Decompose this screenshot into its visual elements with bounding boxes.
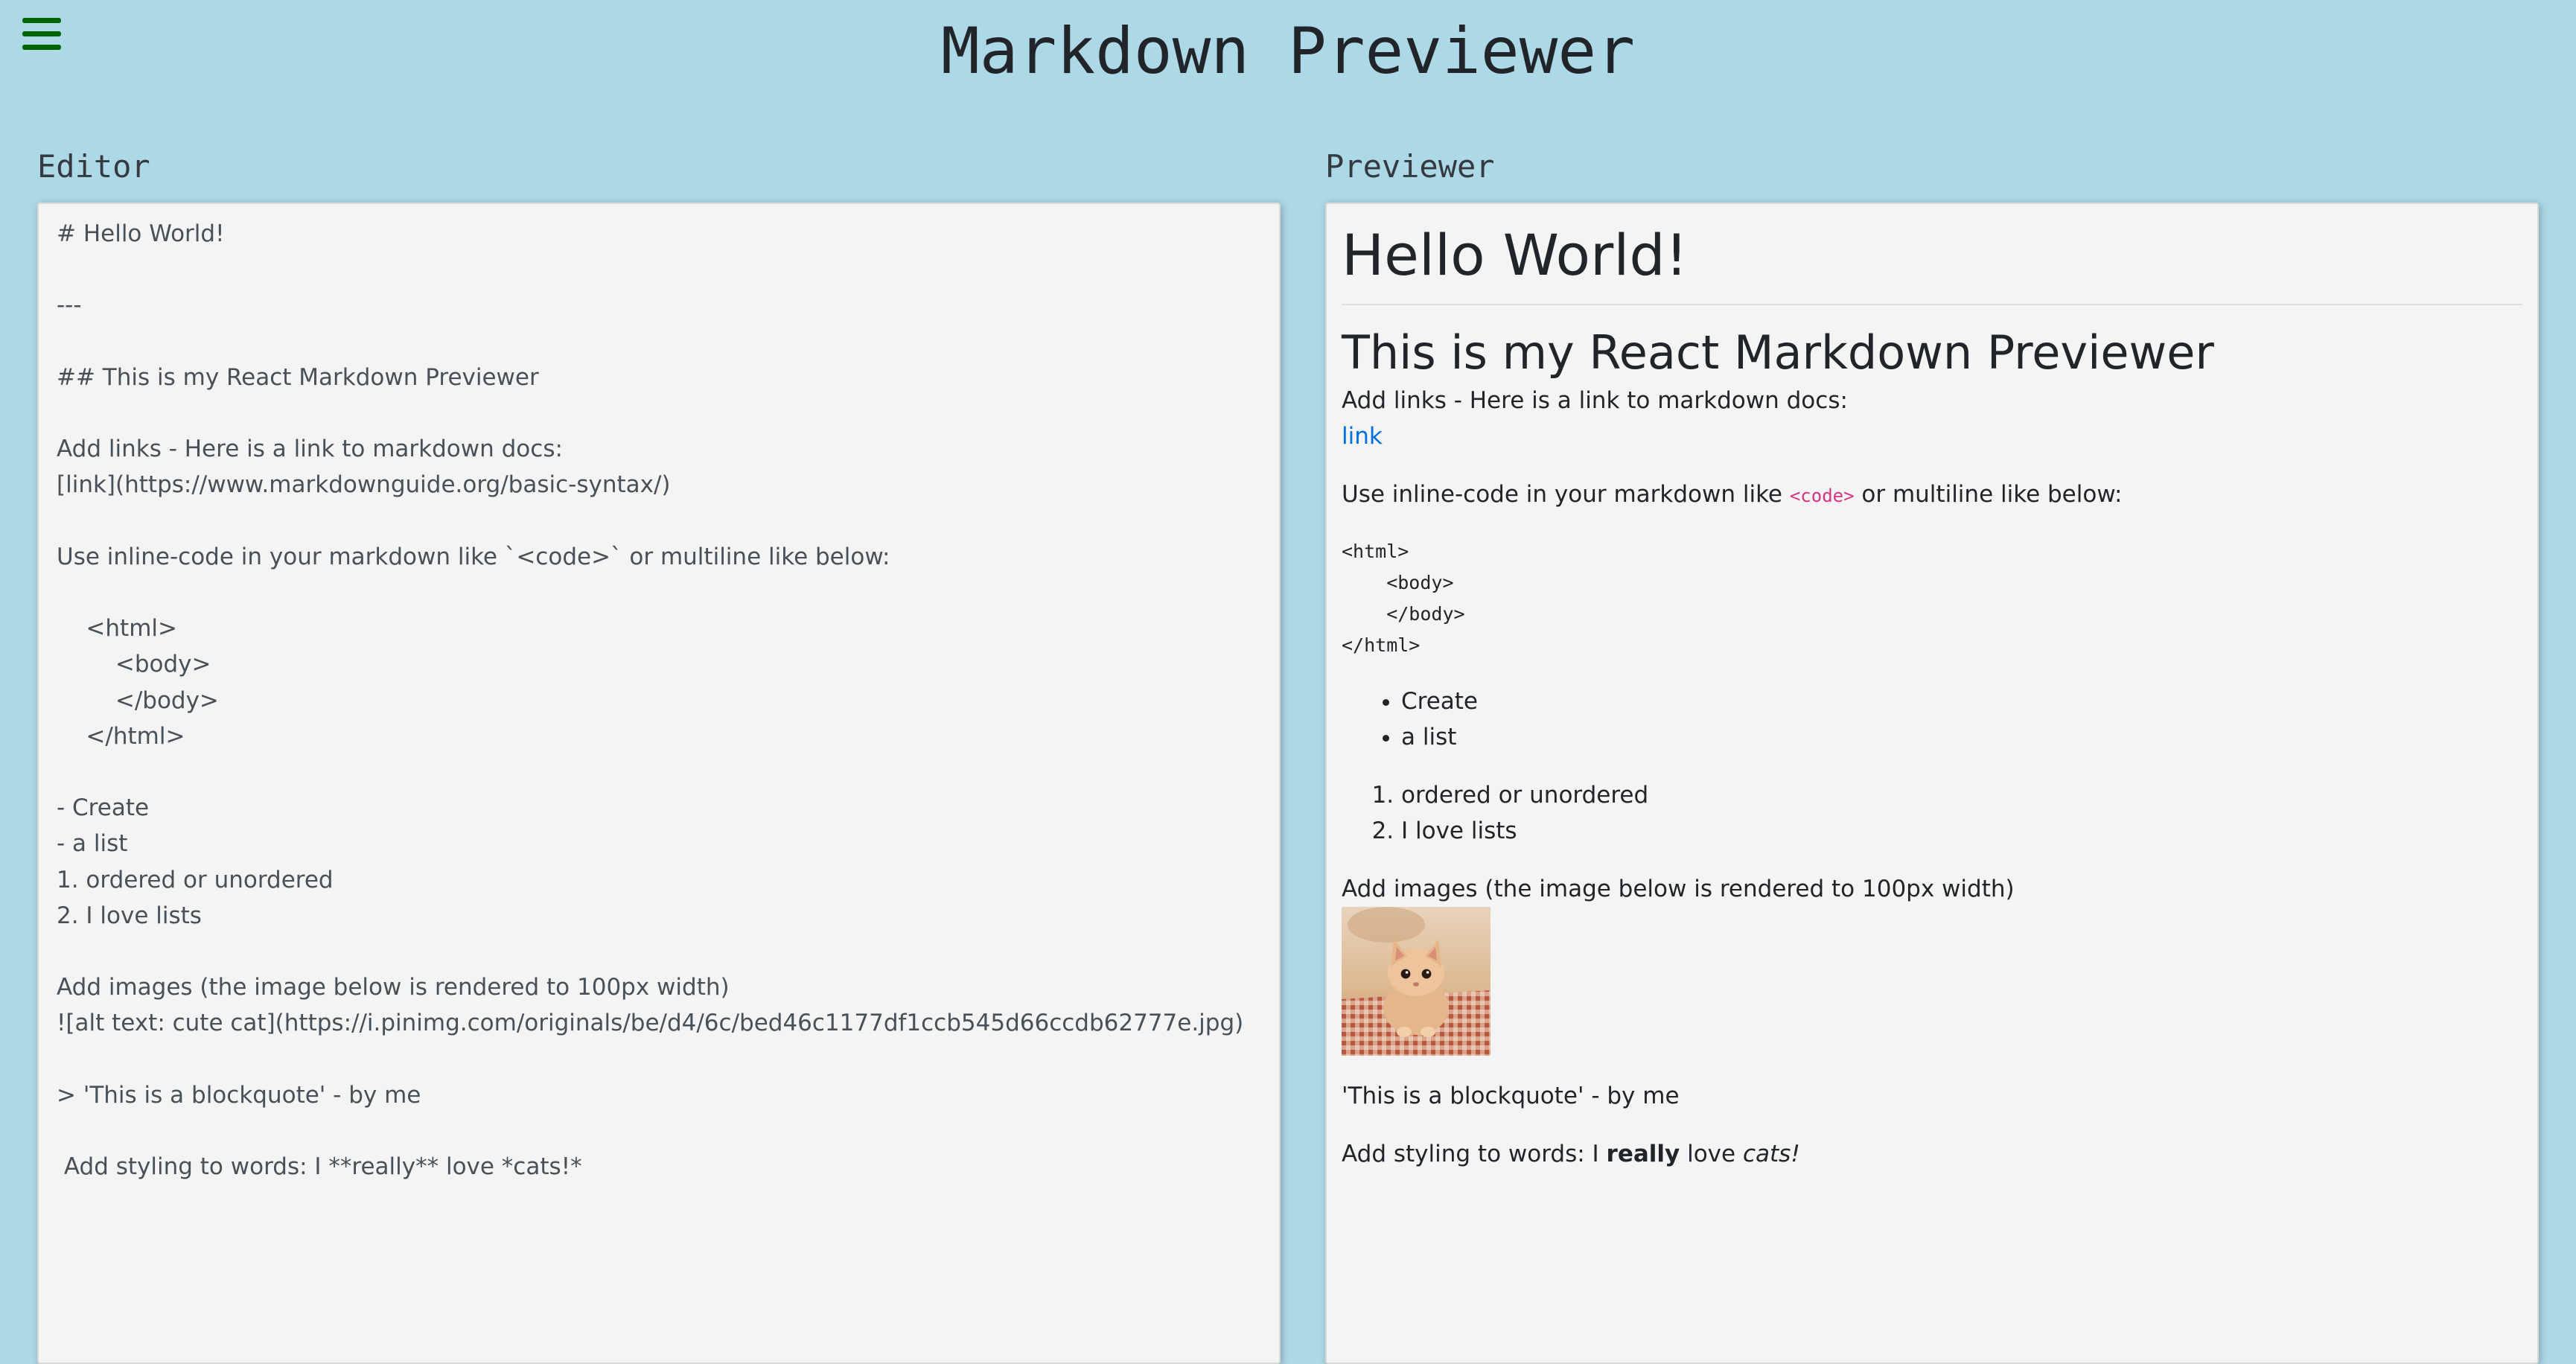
previewer-label: Previewer (1325, 148, 1495, 185)
list-item: ordered or unordered (1401, 777, 2522, 813)
editor-panel (37, 203, 1281, 1364)
markdown-editor-textarea[interactable] (39, 204, 1279, 1363)
list-item: Create (1401, 683, 2522, 719)
bold-text: really (1606, 1141, 1680, 1167)
links-paragraph: Add links - Here is a link to markdown d… (1342, 383, 2522, 454)
list-item: a list (1401, 719, 2522, 755)
blockquote: 'This is a blockquote' - by me (1342, 1083, 1680, 1109)
images-text: Add images (the image below is rendered … (1342, 876, 2015, 902)
editor-label: Editor (37, 148, 150, 185)
page-title: Markdown Previewer (941, 14, 1635, 89)
list-item: I love lists (1401, 813, 2522, 849)
styling-prefix: Add styling to words: I (1342, 1141, 1607, 1167)
cat-image (1342, 907, 1491, 1056)
links-text: Add links - Here is a link to markdown d… (1342, 387, 1848, 414)
preview-heading-2: This is my React Markdown Previewer (1342, 325, 2214, 380)
preview-panel: Hello World! This is my React Markdown P… (1325, 203, 2539, 1364)
code-block: <html> <body> </body> </html> (1342, 541, 1465, 656)
inline-code-suffix: or multiline like below: (1854, 481, 2123, 508)
unordered-list: Create a list (1342, 683, 2522, 755)
inline-code-paragraph: Use inline-code in your markdown like <c… (1342, 477, 2522, 514)
markdown-docs-link[interactable]: link (1342, 423, 1383, 450)
italic-text: cats! (1742, 1141, 1800, 1167)
inline-code-prefix: Use inline-code in your markdown like (1342, 481, 1790, 508)
preview-heading-1: Hello World! (1342, 222, 2522, 305)
styling-paragraph: Add styling to words: I really love cats… (1342, 1136, 2522, 1172)
preview-content: Hello World! This is my React Markdown P… (1327, 204, 2537, 1205)
ordered-list: ordered or unordered I love lists (1342, 777, 2522, 849)
inline-code: <code> (1789, 485, 1855, 506)
styling-middle: love (1680, 1141, 1743, 1167)
